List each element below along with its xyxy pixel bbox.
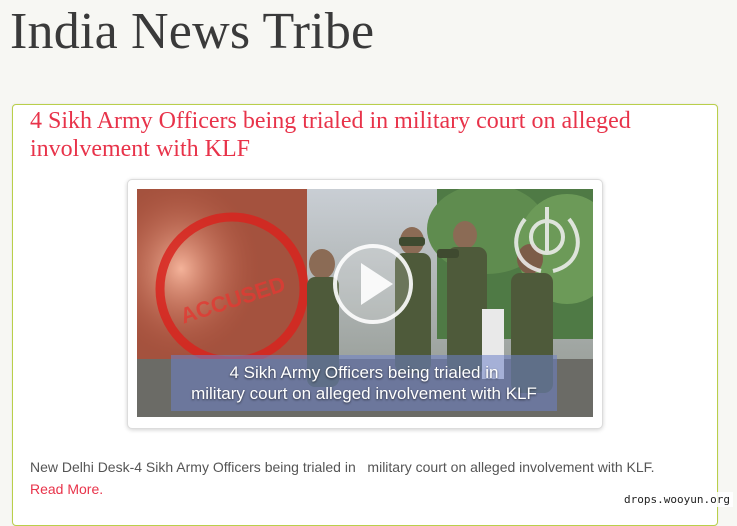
video-frame: ACCUSED 4 Sikh Army Officers being trial… bbox=[127, 179, 603, 429]
post-card: 4 Sikh Army Officers being trialed in mi… bbox=[12, 104, 718, 526]
watermark: drops.wooyun.org bbox=[621, 492, 733, 507]
video-caption-line-2: military court on alleged involvement wi… bbox=[191, 384, 537, 403]
video-caption-line-1: 4 Sikh Army Officers being trialed in bbox=[229, 363, 499, 382]
video-caption: 4 Sikh Army Officers being trialed in mi… bbox=[171, 355, 557, 411]
video-thumbnail[interactable]: ACCUSED 4 Sikh Army Officers being trial… bbox=[137, 189, 593, 417]
play-icon[interactable] bbox=[333, 244, 413, 324]
site-title[interactable]: India News Tribe bbox=[10, 2, 374, 61]
post-title[interactable]: 4 Sikh Army Officers being trialed in mi… bbox=[30, 107, 690, 163]
post-excerpt: New Delhi Desk-4 Sikh Army Officers bein… bbox=[30, 459, 655, 475]
read-more-link[interactable]: Read More. bbox=[30, 479, 103, 499]
